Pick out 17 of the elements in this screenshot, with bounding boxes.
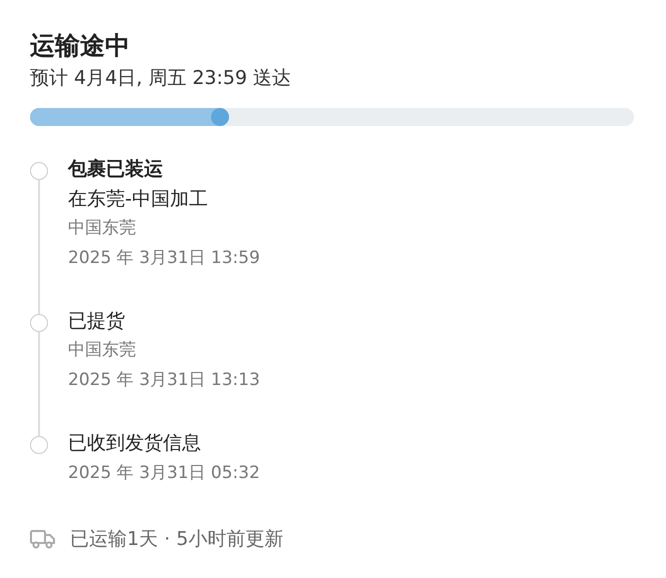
event-location: 中国东莞 [68, 217, 137, 240]
truck-icon [30, 529, 56, 550]
timeline-dot [30, 162, 48, 180]
timeline-dot [30, 314, 48, 332]
progress-thumb [211, 108, 230, 126]
event-time: 2025 年 3月31日 05:32 [68, 462, 260, 485]
event-time: 2025 年 3月31日 13:59 [68, 247, 260, 270]
event-time: 2025 年 3月31日 13:13 [68, 369, 260, 392]
event-title: 已收到发货信息 [68, 431, 202, 456]
event-detail: 在东莞-中国加工 [68, 187, 209, 212]
status-title: 运输途中 [30, 30, 131, 62]
timeline-dot [30, 436, 48, 454]
event-location: 中国东莞 [68, 339, 137, 362]
event-title: 包裹已装运 [68, 157, 164, 182]
footer-status: 已运输1天 · 5小时前更新 [70, 527, 284, 552]
delivery-estimate: 预计 4月4日, 周五 23:59 送达 [30, 66, 292, 91]
event-title: 已提货 [68, 309, 126, 334]
